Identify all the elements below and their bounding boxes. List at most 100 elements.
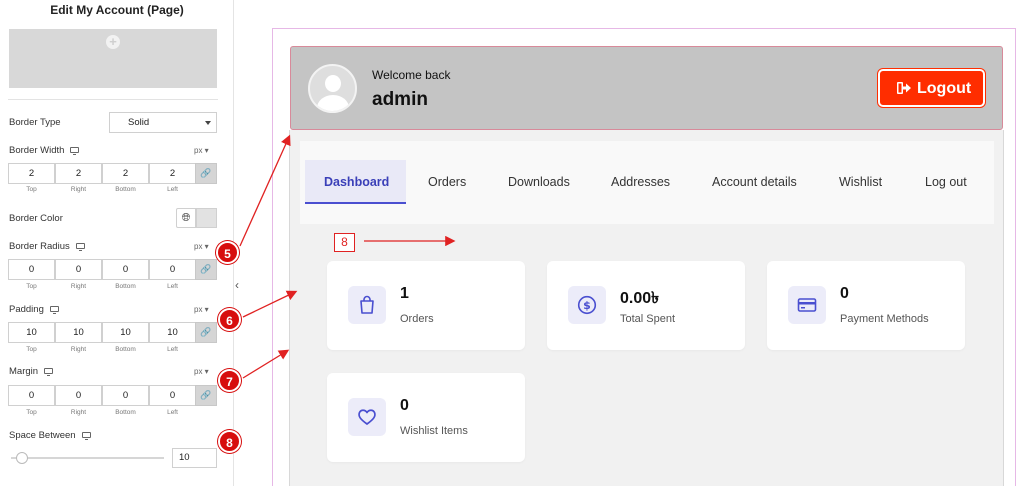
margin-right[interactable]: 0 bbox=[55, 385, 102, 406]
caret-down-icon bbox=[205, 121, 211, 125]
padding-left[interactable]: 10 bbox=[149, 322, 196, 343]
link-icon[interactable]: 🔗 bbox=[195, 259, 217, 280]
side-label-left: Left bbox=[167, 409, 178, 416]
tab-orders[interactable]: Orders bbox=[428, 175, 466, 189]
tab-account-details[interactable]: Account details bbox=[712, 175, 797, 189]
avatar bbox=[308, 64, 357, 113]
side-label-bottom: Bottom bbox=[115, 283, 136, 290]
monitor-icon[interactable] bbox=[75, 243, 85, 251]
icon-tile bbox=[348, 398, 386, 436]
border-width-bottom[interactable]: 2 bbox=[102, 163, 149, 184]
callout-box-8: 8 bbox=[334, 233, 355, 252]
side-label-bottom: Bottom bbox=[115, 409, 136, 416]
link-icon[interactable]: 🔗 bbox=[195, 322, 217, 343]
tab-addresses[interactable]: Addresses bbox=[611, 175, 670, 189]
globe-icon[interactable]: 🌐︎ bbox=[176, 208, 196, 228]
side-label-top: Top bbox=[26, 346, 37, 353]
border-radius-top[interactable]: 0 bbox=[8, 259, 55, 280]
space-between-label: Space Between bbox=[9, 430, 91, 441]
orders-count: 1 bbox=[400, 285, 409, 302]
border-type-label: Border Type bbox=[9, 117, 61, 128]
border-width-right[interactable]: 2 bbox=[55, 163, 102, 184]
shopping-bag-icon bbox=[360, 295, 374, 314]
orders-label: Orders bbox=[400, 313, 434, 325]
stat-card-total-spent[interactable]: $ 0.00৳ Total Spent bbox=[547, 261, 745, 350]
border-width-side-labels: Top Right Bottom Left bbox=[8, 186, 198, 196]
margin-bottom[interactable]: 0 bbox=[102, 385, 149, 406]
side-label-left: Left bbox=[167, 186, 178, 193]
padding-bottom[interactable]: 10 bbox=[102, 322, 149, 343]
avatar-body bbox=[317, 95, 349, 111]
padding-unit[interactable]: px ▾ bbox=[194, 305, 209, 314]
wishlist-count: 0 bbox=[400, 397, 409, 414]
link-icon[interactable]: 🔗 bbox=[195, 163, 217, 184]
space-between-input[interactable]: 10 bbox=[172, 448, 217, 468]
stat-card-wishlist[interactable]: 0 Wishlist Items bbox=[327, 373, 525, 462]
monitor-icon[interactable] bbox=[49, 306, 59, 314]
callout-badge-7: 7 bbox=[218, 369, 241, 392]
panel-title: Edit My Account (Page) bbox=[50, 3, 184, 17]
margin-side-labels: Top Right Bottom Left bbox=[8, 409, 198, 419]
padding-side-labels: Top Right Bottom Left bbox=[8, 346, 198, 356]
link-icon[interactable]: 🔗 bbox=[195, 385, 217, 406]
payment-methods-label: Payment Methods bbox=[840, 313, 929, 325]
padding-right[interactable]: 10 bbox=[55, 322, 102, 343]
wishlist-label: Wishlist Items bbox=[400, 425, 468, 437]
margin-unit[interactable]: px ▾ bbox=[194, 367, 209, 376]
monitor-icon[interactable] bbox=[81, 432, 91, 440]
border-width-inputs: 2 2 2 2 🔗 bbox=[8, 163, 218, 184]
border-type-select[interactable]: Solid bbox=[109, 112, 217, 133]
username: admin bbox=[372, 89, 428, 110]
stat-card-orders[interactable]: 1 Orders bbox=[327, 261, 525, 350]
monitor-icon[interactable] bbox=[44, 368, 54, 376]
divider bbox=[8, 99, 218, 100]
border-color-label: Border Color bbox=[9, 213, 63, 224]
color-swatch[interactable] bbox=[196, 208, 217, 228]
logout-button[interactable]: Logout bbox=[878, 69, 985, 107]
side-label-right: Right bbox=[70, 409, 87, 416]
collapse-panel-icon[interactable]: ‹ bbox=[235, 278, 239, 292]
border-radius-unit[interactable]: px ▾ bbox=[194, 242, 209, 251]
space-between-slider-thumb[interactable] bbox=[16, 452, 28, 464]
callout-badge-8: 8 bbox=[218, 430, 241, 453]
image-placeholder[interactable]: + bbox=[9, 29, 217, 88]
padding-label-text: Padding bbox=[9, 304, 44, 315]
plus-icon[interactable]: + bbox=[106, 35, 120, 49]
stat-card-payment-methods[interactable]: 0 Payment Methods bbox=[767, 261, 965, 350]
border-width-top[interactable]: 2 bbox=[8, 163, 55, 184]
account-header: Welcome back admin Logout bbox=[290, 46, 1003, 130]
side-label-bottom: Bottom bbox=[115, 346, 136, 353]
total-spent-value: 0.00৳ bbox=[620, 290, 660, 307]
border-radius-side-labels: Top Right Bottom Left bbox=[8, 283, 198, 293]
border-width-left[interactable]: 2 bbox=[149, 163, 196, 184]
padding-top[interactable]: 10 bbox=[8, 322, 55, 343]
tab-downloads[interactable]: Downloads bbox=[508, 175, 570, 189]
margin-top[interactable]: 0 bbox=[8, 385, 55, 406]
side-label-top: Top bbox=[26, 283, 37, 290]
border-radius-right[interactable]: 0 bbox=[55, 259, 102, 280]
svg-text:$: $ bbox=[583, 299, 591, 312]
tab-dashboard[interactable]: Dashboard bbox=[324, 175, 389, 189]
border-radius-bottom[interactable]: 0 bbox=[102, 259, 149, 280]
side-label-left: Left bbox=[167, 346, 178, 353]
side-label-bottom: Bottom bbox=[115, 186, 136, 193]
space-between-slider-track[interactable] bbox=[11, 457, 164, 459]
tab-wishlist[interactable]: Wishlist bbox=[839, 175, 882, 189]
border-radius-left[interactable]: 0 bbox=[149, 259, 196, 280]
border-color-control: 🌐︎ bbox=[176, 208, 217, 228]
margin-left[interactable]: 0 bbox=[149, 385, 196, 406]
monitor-icon[interactable] bbox=[70, 147, 80, 155]
border-radius-label: Border Radius bbox=[9, 241, 85, 252]
dollar-icon: $ bbox=[577, 295, 597, 315]
side-label-right: Right bbox=[70, 346, 87, 353]
avatar-head bbox=[325, 75, 341, 92]
icon-tile: $ bbox=[568, 286, 606, 324]
icon-tile bbox=[788, 286, 826, 324]
border-width-unit[interactable]: px ▾ bbox=[194, 146, 209, 155]
border-width-label-text: Border Width bbox=[9, 145, 65, 156]
credit-card-icon bbox=[797, 298, 817, 312]
margin-unit-text: px bbox=[194, 367, 203, 376]
side-label-top: Top bbox=[26, 409, 37, 416]
padding-unit-text: px bbox=[194, 305, 203, 314]
tab-log-out[interactable]: Log out bbox=[925, 175, 967, 189]
